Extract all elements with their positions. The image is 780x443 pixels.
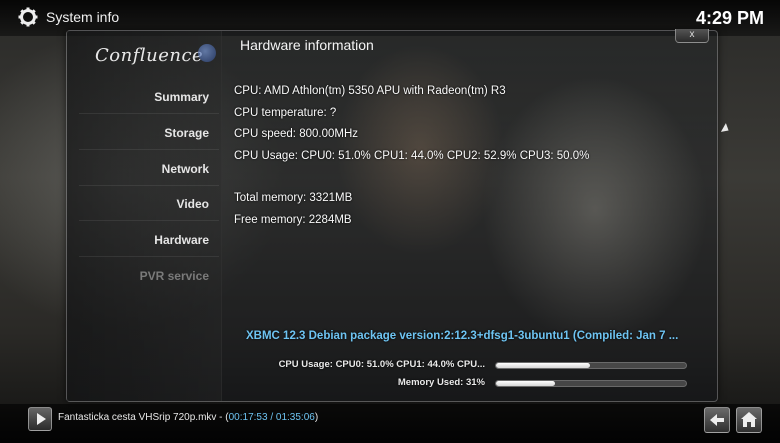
divider bbox=[79, 113, 219, 114]
header-title-group: System info bbox=[18, 7, 119, 27]
sidebar-item-hardware[interactable]: Hardware bbox=[71, 233, 211, 247]
cpu-speed: CPU speed: 800.00MHz bbox=[234, 128, 359, 140]
memory-usage-bar bbox=[495, 380, 687, 387]
confluence-logo: Confluence bbox=[95, 45, 204, 66]
sidebar-item-video[interactable]: Video bbox=[71, 197, 211, 211]
now-playing-title: Fantasticka cesta VHSrip 720p.mkv - ( bbox=[58, 412, 229, 423]
sidebar-item-pvr-service[interactable]: PVR service bbox=[71, 269, 211, 283]
logo-emblem-icon bbox=[198, 44, 216, 62]
now-playing-text: Fantasticka cesta VHSrip 720p.mkv - (00:… bbox=[58, 412, 318, 423]
total-memory: Total memory: 3321MB bbox=[234, 192, 353, 204]
cpu-bar-label: CPU Usage: CPU0: 51.0% CPU1: 44.0% CPU..… bbox=[278, 359, 485, 370]
back-arrow-icon[interactable] bbox=[704, 407, 730, 433]
close-button[interactable]: x bbox=[675, 29, 709, 43]
home-icon[interactable] bbox=[736, 407, 762, 433]
back-arrow-icon-glyph bbox=[710, 414, 724, 426]
sidebar: Confluence Summary Storage Network Video… bbox=[67, 31, 222, 401]
cpu-usage: CPU Usage: CPU0: 51.0% CPU1: 44.0% CPU2:… bbox=[234, 150, 590, 162]
cpu-temperature: CPU temperature: ? bbox=[234, 107, 337, 119]
sidebar-item-summary[interactable]: Summary bbox=[71, 90, 211, 104]
divider bbox=[79, 149, 219, 150]
memory-usage-bar-fill bbox=[496, 381, 555, 386]
divider bbox=[79, 220, 219, 221]
clock: 4:29 PM bbox=[695, 8, 764, 28]
dialog-title: Hardware information bbox=[240, 37, 374, 53]
gear-icon bbox=[18, 7, 38, 27]
now-playing-bar: Fantasticka cesta VHSrip 720p.mkv - (00:… bbox=[0, 404, 780, 443]
divider bbox=[79, 185, 219, 186]
cpu-usage-bar bbox=[495, 362, 687, 369]
home-icon-glyph bbox=[741, 412, 757, 427]
sidebar-item-network[interactable]: Network bbox=[71, 162, 211, 176]
play-icon[interactable] bbox=[28, 407, 52, 431]
cpu-model: CPU: AMD Athlon(tm) 5350 APU with Radeon… bbox=[234, 85, 506, 97]
now-playing-time: 00:17:53 / 01:35:06 bbox=[228, 412, 315, 423]
version-info: XBMC 12.3 Debian package version:2:12.3+… bbox=[246, 330, 679, 342]
now-playing-close-paren: ) bbox=[314, 412, 319, 423]
memory-bar-label: Memory Used: 31% bbox=[397, 377, 485, 388]
sidebar-item-storage[interactable]: Storage bbox=[71, 126, 211, 140]
cpu-usage-bar-fill bbox=[496, 363, 591, 368]
page-title: System info bbox=[46, 9, 120, 25]
system-info-dialog: Confluence Summary Storage Network Video… bbox=[66, 29, 718, 402]
divider bbox=[79, 256, 219, 257]
free-memory: Free memory: 2284MB bbox=[234, 214, 352, 226]
